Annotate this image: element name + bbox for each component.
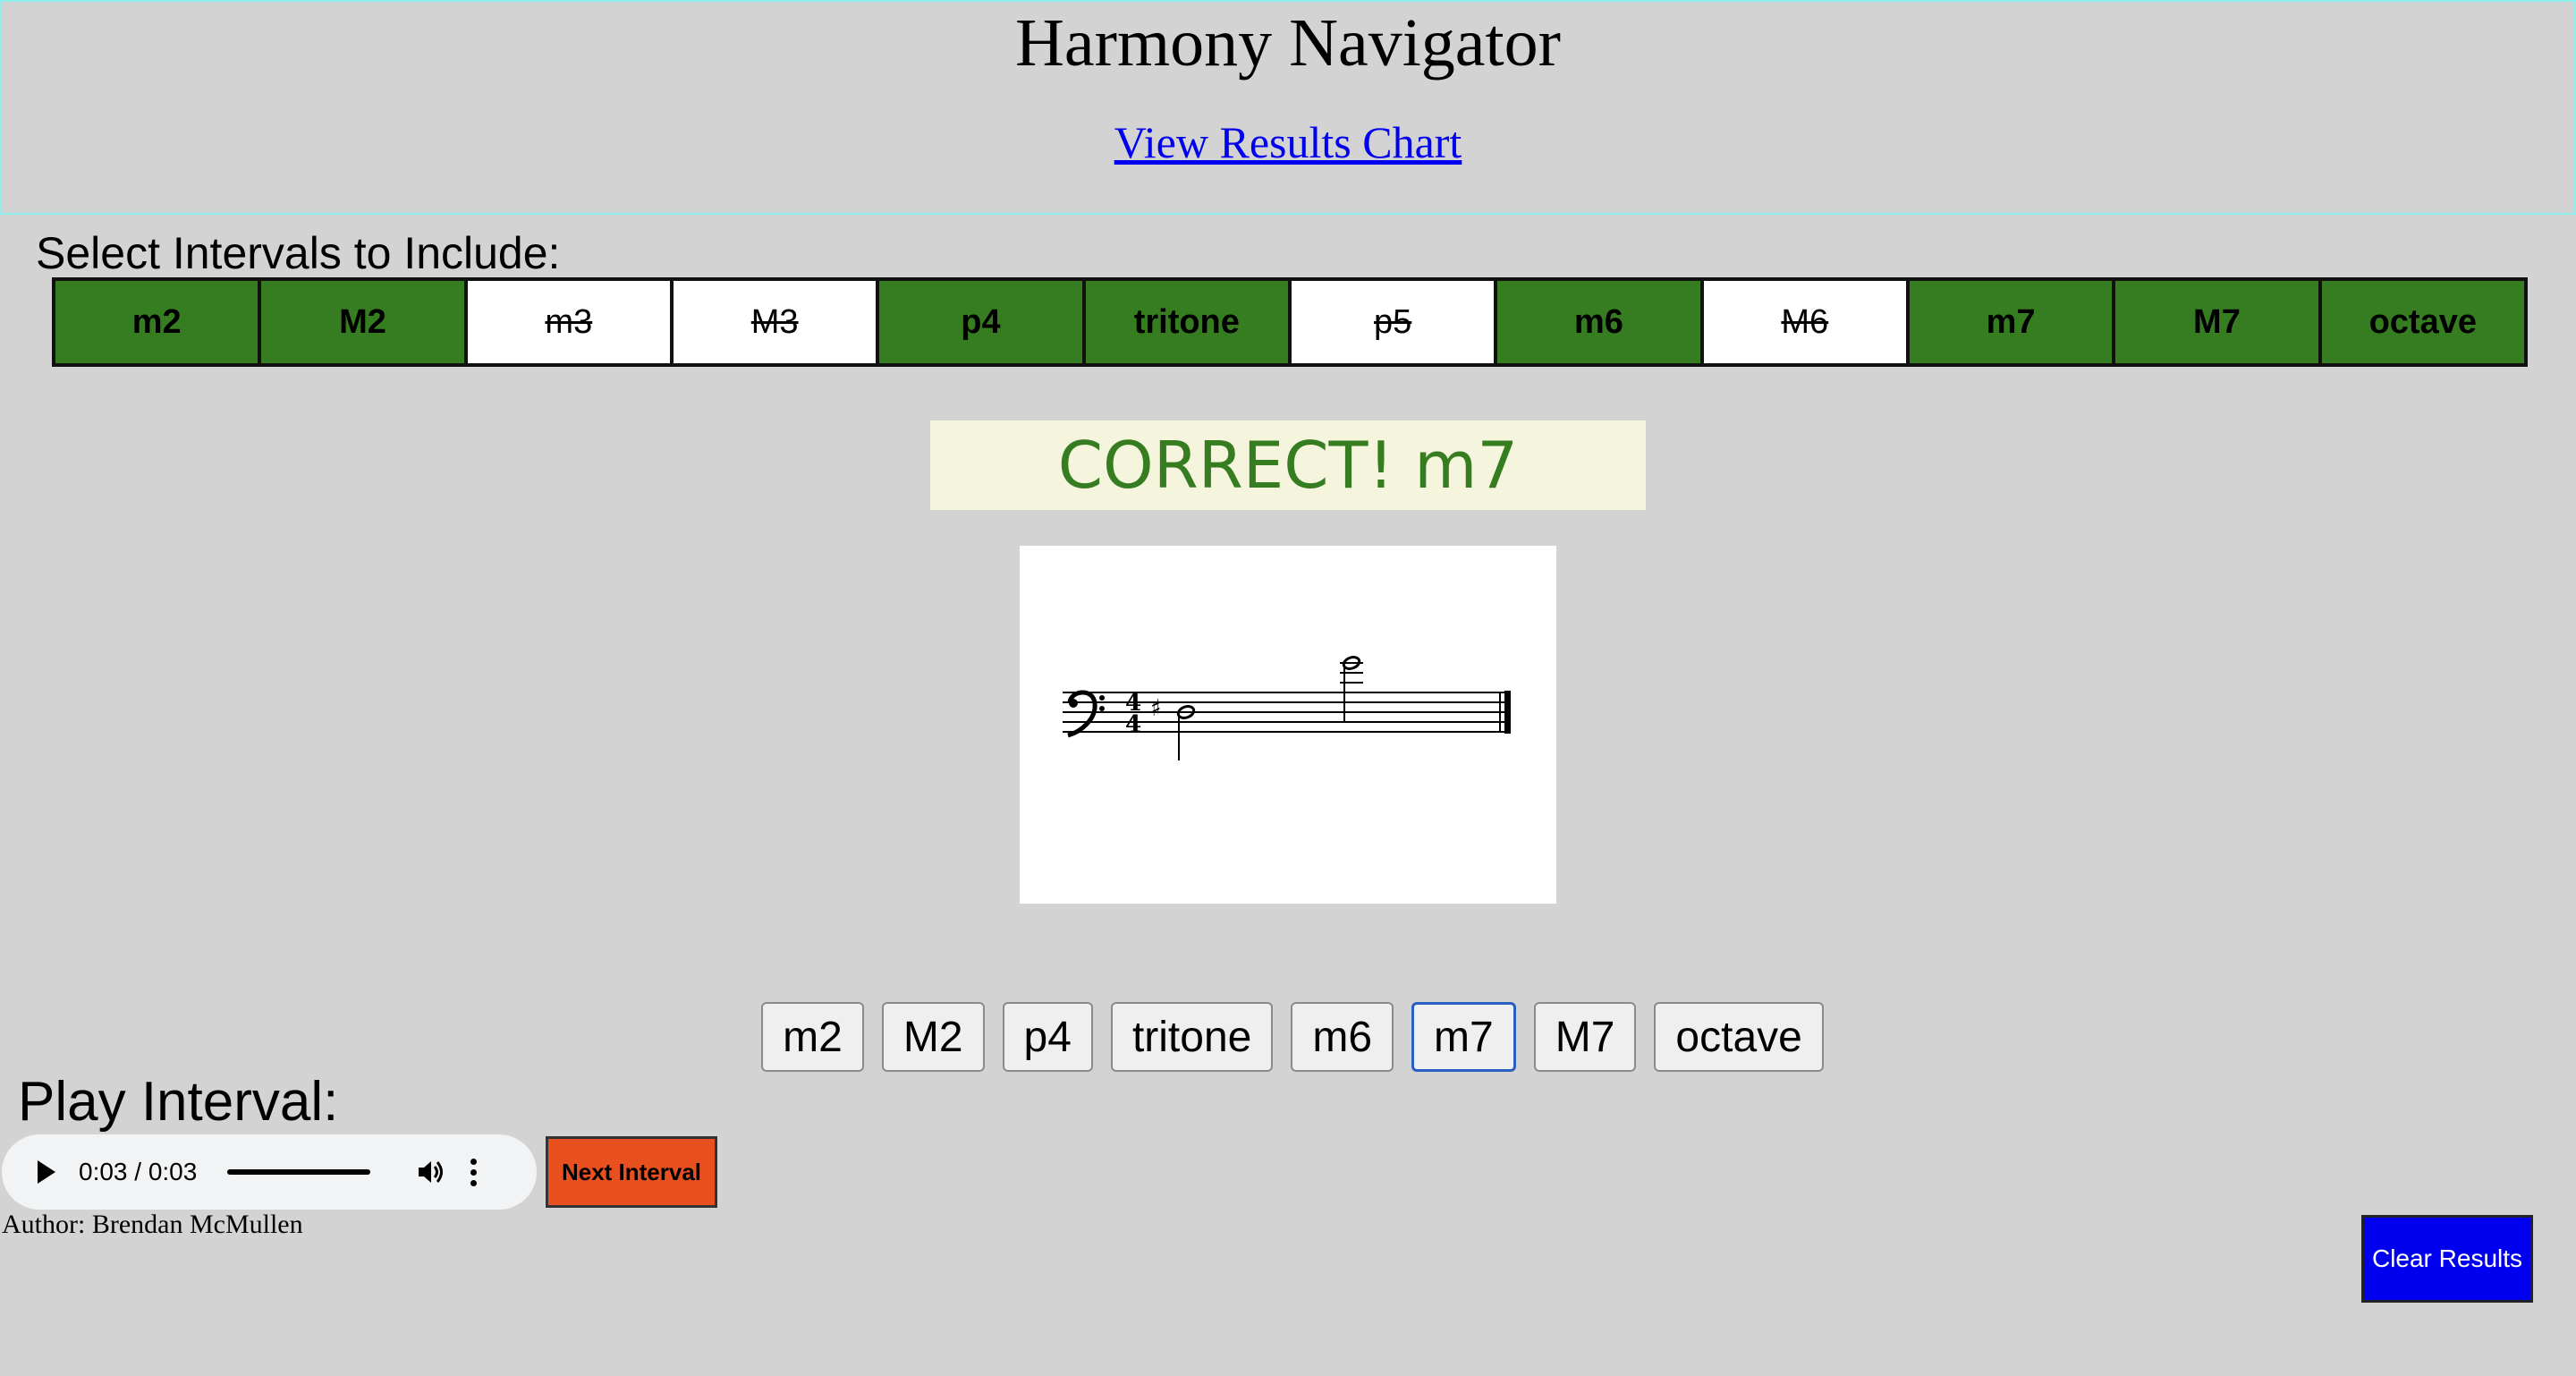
answer-button-M2[interactable]: M2: [881, 1002, 985, 1072]
play-icon[interactable]: [38, 1160, 55, 1184]
bass-clef-icon: [1067, 690, 1105, 738]
audio-time: 0:03 / 0:03: [79, 1158, 198, 1185]
interval-toggle-M3[interactable]: M3: [669, 277, 880, 367]
interval-toggle-p4[interactable]: p4: [876, 277, 1086, 367]
answer-button-p4[interactable]: p4: [1002, 1002, 1093, 1072]
answer-button-m2[interactable]: m2: [761, 1002, 864, 1072]
answer-button-m7[interactable]: m7: [1411, 1002, 1516, 1072]
interval-toggle-M6[interactable]: M6: [1699, 277, 1910, 367]
music-staff: 4 4 ♯: [1063, 656, 1511, 760]
interval-select-label: Select Intervals to Include:: [36, 228, 561, 278]
view-results-link[interactable]: View Results Chart: [1114, 116, 1462, 168]
answer-buttons: m2 M2 p4 tritone m6 m7 M7 octave: [0, 1002, 2576, 1072]
answer-button-m6[interactable]: m6: [1291, 1002, 1394, 1072]
interval-toggle-octave[interactable]: octave: [2318, 277, 2528, 367]
audio-progress-bar[interactable]: [227, 1169, 371, 1175]
interval-toggle-m6[interactable]: m6: [1494, 277, 1704, 367]
interval-toggle-M2[interactable]: M2: [258, 277, 468, 367]
audio-player[interactable]: 0:03 / 0:03: [2, 1134, 537, 1210]
interval-toggle-m7[interactable]: m7: [1905, 277, 2116, 367]
more-options-icon[interactable]: [470, 1158, 478, 1186]
interval-toggle-p5[interactable]: p5: [1287, 277, 1498, 367]
play-interval-label: Play Interval:: [18, 1071, 339, 1133]
volume-icon[interactable]: [415, 1157, 445, 1187]
next-interval-button[interactable]: Next Interval: [546, 1136, 717, 1208]
interval-toggle-M7[interactable]: M7: [2112, 277, 2322, 367]
interval-toggle-m2[interactable]: m2: [52, 277, 262, 367]
clear-results-button[interactable]: Clear Results: [2361, 1215, 2533, 1303]
interval-toggle-bar: m2 M2 m3 M3 p4 tritone p5 m6 M6 m7 M7 octave: [52, 277, 2528, 367]
header: Harmony Navigator View Results Chart: [0, 0, 2576, 215]
sharp-icon: ♯: [1150, 695, 1162, 722]
answer-button-octave[interactable]: octave: [1654, 1002, 1824, 1072]
app-title: Harmony Navigator: [1015, 5, 1561, 81]
final-barline: [1504, 691, 1511, 734]
feedback-message: CORRECT! m7: [930, 420, 1646, 510]
answer-button-tritone[interactable]: tritone: [1110, 1002, 1274, 1072]
author-credit: Author: Brendan McMullen: [2, 1210, 303, 1239]
interval-toggle-tritone[interactable]: tritone: [1081, 277, 1292, 367]
staff-image: 4 4 ♯: [1020, 546, 1556, 904]
interval-toggle-m3[interactable]: m3: [463, 277, 674, 367]
answer-button-M7[interactable]: M7: [1533, 1002, 1637, 1072]
time-signature-bottom: 4: [1125, 711, 1141, 738]
